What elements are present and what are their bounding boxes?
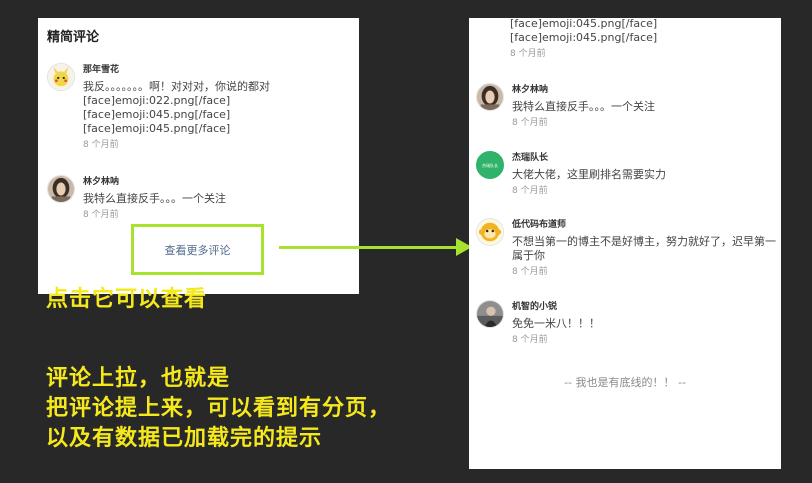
- commenter-name[interactable]: 林夕林呐: [512, 84, 773, 96]
- view-more-comments-label: 查看更多评论: [164, 243, 231, 257]
- full-comments-panel: [face]emoji:045.png[/face] [face]emoji:0…: [469, 18, 781, 469]
- annotation-caption: 评论上拉，也就是: [46, 366, 231, 391]
- comment-text: [face]emoji:022.png[/face]: [83, 94, 231, 107]
- commenter-name[interactable]: 杰瑞队长: [512, 152, 773, 164]
- green-logo-avatar-icon[interactable]: 杰瑞队长: [476, 151, 504, 179]
- comment-time: 8 个月前: [510, 49, 546, 59]
- annotation-caption: 点击它可以查看: [46, 287, 208, 312]
- comment-time: 8 个月前: [512, 267, 548, 277]
- person-photo-avatar-icon[interactable]: [476, 300, 504, 328]
- comment-text: 免免一米八！！！: [512, 317, 600, 330]
- commenter-name[interactable]: 机智的小锐: [512, 301, 773, 313]
- comment-preview-panel: 精简评论 那年雪花 我反。。。。。。。啊！对对对，你说的都对 [face]emo…: [38, 18, 359, 294]
- pikachu-avatar-icon[interactable]: [47, 63, 75, 91]
- comment-time: 8 个月前: [512, 118, 548, 128]
- comment-time: 8 个月前: [83, 140, 119, 150]
- comment-text: [face]emoji:045.png[/face]: [83, 108, 231, 121]
- comment-text: 大佬大佬，这里刷排名需要实力: [512, 168, 666, 181]
- yellow-monkey-avatar-icon[interactable]: [476, 218, 504, 246]
- view-more-comments-button[interactable]: 查看更多评论: [131, 224, 264, 275]
- section-title: 精简评论: [47, 30, 100, 45]
- comment-text: 不想当第一的博主不是好博主，努力就好了，迟早第一属于你: [512, 235, 776, 262]
- comment-time: 8 个月前: [512, 186, 548, 196]
- girl-portrait-avatar-icon[interactable]: [47, 175, 75, 203]
- annotation-caption: 把评论提上来，可以看到有分页，: [46, 396, 392, 421]
- comment-text: [face]emoji:045.png[/face]: [83, 122, 231, 135]
- annotation-caption: 以及有数据已加载完的提示: [46, 426, 323, 451]
- comment-time: 8 个月前: [512, 335, 548, 345]
- comment-text: [face]emoji:045.png[/face]: [510, 31, 658, 44]
- comment-text: 我反。。。。。。。啊！对对对，你说的都对: [83, 80, 270, 93]
- arrow-line: [279, 246, 457, 249]
- end-of-list-hint: -- 我也是有底线的！！ --: [564, 376, 686, 389]
- commenter-name[interactable]: 林夕林呐: [83, 176, 351, 188]
- comment-text: [face]emoji:045.png[/face]: [510, 18, 658, 30]
- commenter-name[interactable]: 那年雪花: [83, 64, 351, 76]
- comment-text: 我特么直接反手。。。一个关注: [83, 192, 226, 205]
- comment-continuation: [face]emoji:045.png[/face] [face]emoji:0…: [510, 18, 657, 60]
- girl-portrait-avatar-icon[interactable]: [476, 83, 504, 111]
- comment-time: 8 个月前: [83, 210, 119, 220]
- avatar-logo-text: 杰瑞队长: [482, 163, 498, 168]
- commenter-name[interactable]: 低代码布道师: [512, 219, 773, 231]
- comment-text: 我特么直接反手。。。一个关注: [512, 100, 655, 113]
